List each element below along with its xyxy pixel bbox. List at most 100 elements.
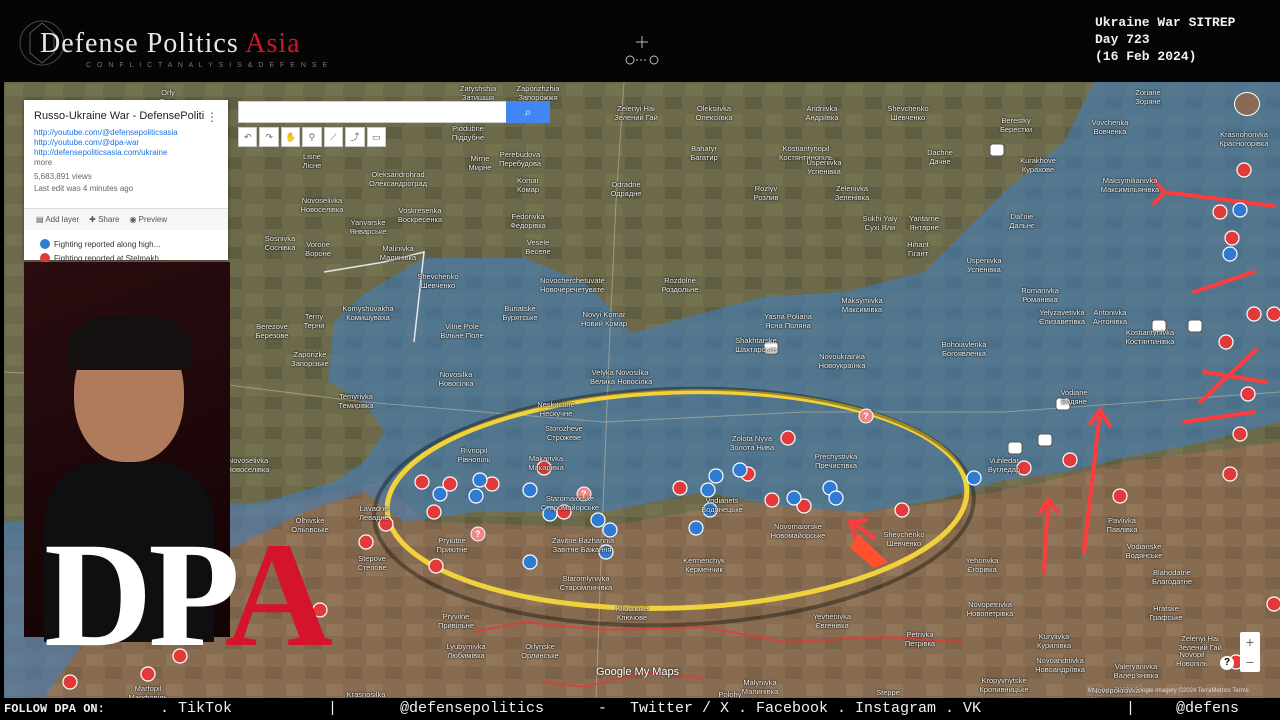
preview-button[interactable]: ◉ Preview [129,215,167,224]
ticker-separator: | [328,700,338,717]
place-label: Dachne Дачне [927,148,953,166]
redo-icon[interactable]: ↷ [259,127,279,147]
place-label: Malinivka Малинівка [379,244,417,262]
link-youtube-main[interactable]: http://youtube.com/@defensepoliticsasia [34,128,178,137]
place-label: Zavitne Bazhannia Завітне Бажання [552,536,615,554]
ticker-dash: - [598,700,608,717]
share-button[interactable]: ✚ Share [89,215,119,224]
place-label: Voskresenka Воскресенка [397,206,443,224]
zoom-in-button[interactable]: + [1240,632,1260,652]
place-label: Vovchenka Вовченка [1091,118,1129,136]
svg-text:?: ? [863,411,869,421]
sitrep-day: Day 723 [1095,32,1150,47]
place-label: Shakhtarske Шахтарське [735,336,777,354]
place-label: Novoandriivka Новоандріївка [1035,656,1085,674]
place-label: Staromaiorske Старомайорське [540,494,600,512]
place-label: Odradne Одрадне [610,180,642,198]
place-label: Zolota Nyva Золота Нива [729,434,775,452]
place-label: Shevchenko Шевченко [417,272,459,290]
place-label: Staromlynivka Старомлинівка [559,574,613,592]
dpa-logo-accent: A [224,512,333,678]
place-label: Shevchenko Шевченко [883,530,925,548]
place-label: Novopetrivka Новопетрівка [966,600,1014,618]
place-label: Hrafske Графське [1149,604,1183,622]
view-count: 5,683,891 views [34,172,92,181]
undo-icon[interactable]: ↶ [238,127,258,147]
line-icon[interactable]: ⟋ [323,127,344,147]
link-website[interactable]: http://defensepoliticsasia.com/ukraine [34,148,167,157]
user-avatar[interactable] [1234,92,1260,116]
link-youtube-war[interactable]: http://youtube.com/@dpa-war [34,138,139,147]
add-layer-button[interactable]: ▤ Add layer [36,215,79,224]
place-label: Orlynske Орлинське [521,642,559,660]
place-label: Rivnopil Рівнопіль [457,446,491,464]
place-label: Bahatyr Багатир [690,144,718,162]
place-label: Velyka Novosilka Велика Новосілка [590,368,653,386]
place-label: Yasna Poliana Ясна Поляна [764,312,812,330]
directions-icon[interactable]: ⤴ [345,127,365,147]
place-label: Dal'nie Дальнє [1009,212,1035,230]
place-label: Stepove Степове [357,554,387,572]
place-label: Yantarne Янтарне [909,214,939,232]
place-label: Novocherchetuvate Новочеречетувате [540,276,605,294]
place-label: Kropyvnytske Кропивницьке [979,676,1029,694]
ticker-platforms: Twitter / X . Facebook . Instagram . VK [630,700,982,717]
follow-label: FOLLOW DPA ON: [4,702,105,716]
hand-icon[interactable]: ✋ [280,127,301,147]
place-label: Lyubymivka Любимівка [446,642,486,660]
map-search-input[interactable] [238,101,508,123]
help-button[interactable]: ? [1220,656,1234,670]
layer-item[interactable]: Fighting reported along high... [40,239,160,249]
zoom-control[interactable]: + − [1240,632,1260,672]
more-options-icon[interactable]: ⋮ [206,110,218,124]
place-label: Bohoiavlenka Богоявленка [941,340,987,358]
place-label: Antonivka Антонівка [1092,308,1128,326]
place-label: Vorone Вороне [305,240,331,258]
place-label: Prechystivka Пречистівка [814,452,858,470]
place-label: Novopil Новопіль [1176,650,1208,668]
ruler-icon[interactable]: ▭ [366,127,386,147]
place-label: Oleksiivka Олексіївка [695,104,733,122]
ukraine-marker-icon [40,239,50,249]
place-label: Novoukrainka Новоукраїнка [818,352,866,370]
ticker-handle-repeat: @defens [1176,700,1240,717]
last-edit: Last edit was 4 minutes ago [34,184,134,193]
share-label: Share [98,215,120,224]
marker-icon[interactable]: ⚲ [302,127,322,147]
brand-accent: Asia [245,28,301,59]
place-label: Zelenivka Зеленівка [834,184,870,202]
brand-tagline: C O N F L I C T A N A L Y S I S & D E F … [86,62,330,69]
place-label: Blahodatne Благодатне [1151,568,1193,586]
place-label: Storozheve Строжеве [545,424,583,442]
place-label: Zoriane Зоряне [1135,88,1161,106]
map-toolbar: ↶ ↷ ✋ ⚲ ⟋ ⤴ ▭ [238,127,388,147]
place-label: Buriatske Бурятське [502,304,538,322]
presenter-hair [66,316,194,370]
place-label: Hihant Гігант [907,240,929,258]
place-label: Maksymilianivka Максимільянівка [1100,176,1160,194]
place-label: Fedorivka Федорівка [510,212,546,230]
place-label: Uspenivka Успенівка [966,256,1002,274]
zoom-out-button[interactable]: − [1240,652,1260,672]
place-label: Berezove Березове [255,322,289,340]
add-layer-label: Add layer [45,215,80,224]
crosshair-icon [625,36,659,65]
top-banner: Defense Politics Asia C O N F L I C T A … [0,0,1280,82]
place-label: Komyshuvakha Комишуваха [342,304,394,322]
map-title[interactable]: Russo-Ukraine War - DefensePoliti... [34,110,204,122]
place-label: Rozlyv Розлив [753,184,779,202]
social-ticker: FOLLOW DPA ON: . TikTok | @defensepoliti… [0,698,1280,720]
place-label: Oleksandrohrad Олександроград [369,170,427,188]
search-button[interactable]: ⌕ [506,101,550,123]
place-label: Shevchenko Шевченко [887,104,929,122]
place-label: Berestky Берестки [999,116,1033,134]
place-label: Yanvarske Январське [349,218,387,236]
google-my-maps-logo: Google My Maps [596,666,680,678]
place-label: Neskuchne Нескучне [537,400,575,418]
sitrep-date: (16 Feb 2024) [1095,49,1197,64]
place-label: Lisne Лісне [302,152,322,170]
map-info-panel: Russo-Ukraine War - DefensePoliti... ⋮ h… [24,100,228,263]
ticker-tiktok: . TikTok [160,700,233,717]
place-label: Kermenchyk Керменчик [683,556,725,574]
more-link[interactable]: more [34,158,52,167]
